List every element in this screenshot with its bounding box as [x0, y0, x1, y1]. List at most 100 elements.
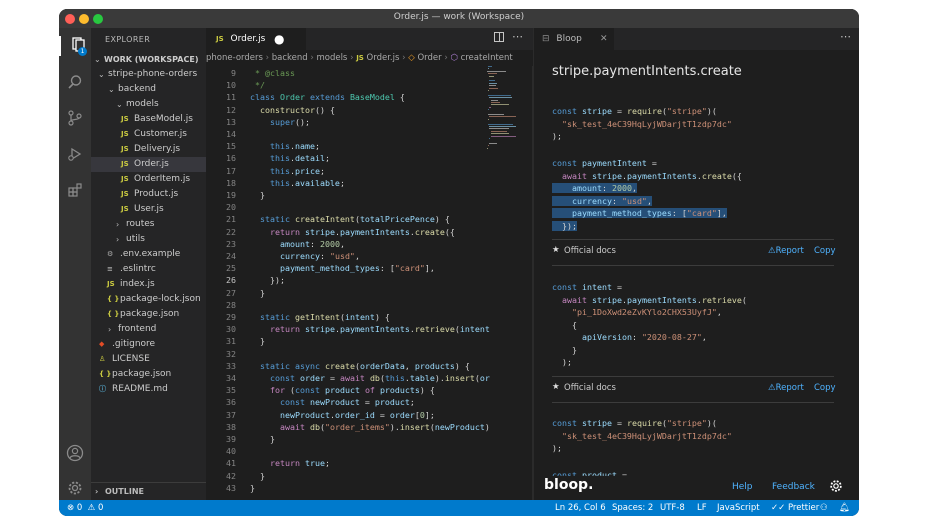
- code-line[interactable]: }: [250, 190, 265, 200]
- code-line[interactable]: super();: [250, 117, 310, 127]
- tree-file[interactable]: JS index.js: [91, 277, 206, 292]
- tree-file[interactable]: ⚙ .env.example: [91, 247, 206, 262]
- breadcrumb-item[interactable]: models: [316, 53, 347, 63]
- code-line[interactable]: payment_method_types: ["card"],: [250, 263, 435, 273]
- breadcrumb-item[interactable]: createIntent: [461, 53, 513, 63]
- code-line[interactable]: }: [250, 483, 255, 493]
- encoding[interactable]: UTF-8: [660, 500, 685, 516]
- settings-gear-icon[interactable]: [829, 479, 843, 496]
- help-link[interactable]: Help: [732, 482, 753, 492]
- tree-file[interactable]: JS Order.js: [91, 157, 206, 172]
- report-button[interactable]: ⚠Report: [768, 383, 804, 393]
- feedback-icon[interactable]: ⚇: [820, 500, 828, 516]
- breadcrumb-item[interactable]: Order.js: [367, 53, 400, 63]
- copy-button[interactable]: Copy: [814, 383, 836, 393]
- prettier-status[interactable]: ✓✓ Prettier: [771, 500, 819, 516]
- code-line[interactable]: static createIntent(totalPricePence) {: [250, 214, 450, 224]
- code-line[interactable]: this.price;: [250, 166, 325, 176]
- tree-file[interactable]: JS OrderItem.js: [91, 172, 206, 187]
- notifications-bell-icon[interactable]: 🔔︎: [839, 500, 850, 516]
- code-line[interactable]: constructor() {: [250, 105, 335, 115]
- tree-folder[interactable]: ⌄ backend: [91, 82, 206, 97]
- code-line[interactable]: for (const product of products) {: [250, 385, 435, 395]
- tree-file[interactable]: { } package-lock.json: [91, 292, 206, 307]
- tree-file[interactable]: JS Delivery.js: [91, 142, 206, 157]
- code-line[interactable]: }: [250, 288, 265, 298]
- code-area[interactable]: 9 * @class 10 */ 11 class Order extends Bas…: [206, 66, 490, 500]
- cursor-position[interactable]: Ln 26, Col 6: [555, 500, 606, 516]
- tree-file[interactable]: JS BaseModel.js: [91, 112, 206, 127]
- code-line[interactable]: static async create(orderData, products)…: [250, 361, 470, 371]
- problems-indicator[interactable]: ⊗ 0 ⚠ 0: [67, 500, 103, 516]
- outline-section[interactable]: › OUTLINE: [91, 482, 206, 500]
- breadcrumb-item[interactable]: phone-orders: [206, 53, 263, 63]
- code-line[interactable]: }: [250, 336, 265, 346]
- tree-folder[interactable]: ⌄ models: [91, 97, 206, 112]
- code-line[interactable]: */: [250, 80, 265, 90]
- tree-folder[interactable]: › frontend: [91, 322, 206, 337]
- tree-file[interactable]: { } package.json: [91, 307, 206, 322]
- report-button[interactable]: ⚠Report: [768, 246, 804, 256]
- code-line[interactable]: this.available;: [250, 178, 345, 188]
- manage-gear-icon[interactable]: [65, 480, 85, 500]
- account-icon[interactable]: [65, 444, 85, 464]
- code-line[interactable]: return true;: [250, 458, 330, 468]
- breadcrumb-item[interactable]: Order: [417, 53, 441, 63]
- search-icon[interactable]: [65, 74, 85, 94]
- tree-file[interactable]: ♙ LICENSE: [91, 352, 206, 367]
- explorer-icon[interactable]: 1: [59, 36, 91, 56]
- close-tab-icon[interactable]: ✕: [600, 28, 608, 50]
- tree-file[interactable]: JS Product.js: [91, 187, 206, 202]
- indentation[interactable]: Spaces: 2: [612, 500, 653, 516]
- minimap[interactable]: [487, 66, 531, 156]
- code-snippet[interactable]: const stripe = require("stripe")( "sk_te…: [552, 418, 732, 456]
- feedback-link[interactable]: Feedback: [772, 482, 815, 492]
- tree-folder[interactable]: › routes: [91, 217, 206, 232]
- tab-order-js[interactable]: JS Order.js ●: [206, 28, 306, 50]
- official-docs-link[interactable]: Official docs: [564, 246, 616, 256]
- language-mode[interactable]: JavaScript: [717, 500, 760, 516]
- code-line[interactable]: });: [250, 275, 285, 285]
- code-line[interactable]: static getIntent(intent) {: [250, 312, 390, 322]
- tree-file[interactable]: JS Customer.js: [91, 127, 206, 142]
- code-line[interactable]: amount: 2000,: [250, 239, 345, 249]
- source-control-icon[interactable]: [65, 110, 85, 130]
- code-line[interactable]: }: [250, 434, 275, 444]
- code-line[interactable]: this.detail;: [250, 153, 330, 163]
- tree-folder[interactable]: ⌄ stripe-phone-orders: [91, 67, 206, 82]
- tree-file[interactable]: JS User.js: [91, 202, 206, 217]
- code-line[interactable]: const newProduct = product;: [250, 397, 415, 407]
- code-snippet[interactable]: const stripe = require("stripe")( "sk_te…: [552, 106, 732, 144]
- copy-button[interactable]: Copy: [814, 246, 836, 256]
- unsaved-dot-icon[interactable]: ●: [274, 28, 284, 50]
- official-docs-link[interactable]: Official docs: [564, 383, 616, 393]
- tree-folder[interactable]: › utils: [91, 232, 206, 247]
- code-line[interactable]: return stripe.paymentIntents.create({: [250, 227, 455, 237]
- code-line[interactable]: * @class: [250, 68, 295, 78]
- tree-file[interactable]: ≡ .eslintrc: [91, 262, 206, 277]
- extensions-icon[interactable]: [65, 182, 85, 202]
- workspace-root[interactable]: ⌄ WORK (WORKSPACE): [91, 52, 206, 67]
- run-debug-icon[interactable]: [65, 146, 85, 166]
- tree-file[interactable]: ◆ .gitignore: [91, 337, 206, 352]
- more-actions-icon[interactable]: ⋯: [840, 30, 851, 43]
- code-snippet[interactable]: const intent = await stripe.paymentInten…: [552, 282, 747, 370]
- end-of-line[interactable]: LF: [697, 500, 707, 516]
- star-icon[interactable]: ★: [552, 382, 560, 392]
- more-actions-icon[interactable]: ⋯: [512, 30, 523, 43]
- tree-file[interactable]: { } package.json: [91, 367, 206, 382]
- breadcrumb-item[interactable]: backend: [272, 53, 308, 63]
- code-line[interactable]: newProduct.order_id = order[0];: [250, 410, 435, 420]
- code-line[interactable]: this.name;: [250, 141, 320, 151]
- code-snippet[interactable]: const paymentIntent = await stripe.payme…: [552, 158, 742, 233]
- code-line[interactable]: const order = await db(this.table).inser…: [250, 373, 490, 383]
- split-editor-icon[interactable]: [494, 32, 504, 42]
- tab-bloop[interactable]: ⊟ Bloop ✕: [534, 28, 614, 50]
- tree-file[interactable]: ⓘ README.md: [91, 382, 206, 397]
- star-icon[interactable]: ★: [552, 245, 560, 255]
- code-line[interactable]: class Order extends BaseModel {: [250, 92, 405, 102]
- code-line[interactable]: await db("order_items").insert(newProduc…: [250, 422, 490, 432]
- code-line[interactable]: currency: "usd",: [250, 251, 360, 261]
- code-line[interactable]: return stripe.paymentIntents.retrieve(in…: [250, 324, 490, 334]
- code-line[interactable]: }: [250, 471, 265, 481]
